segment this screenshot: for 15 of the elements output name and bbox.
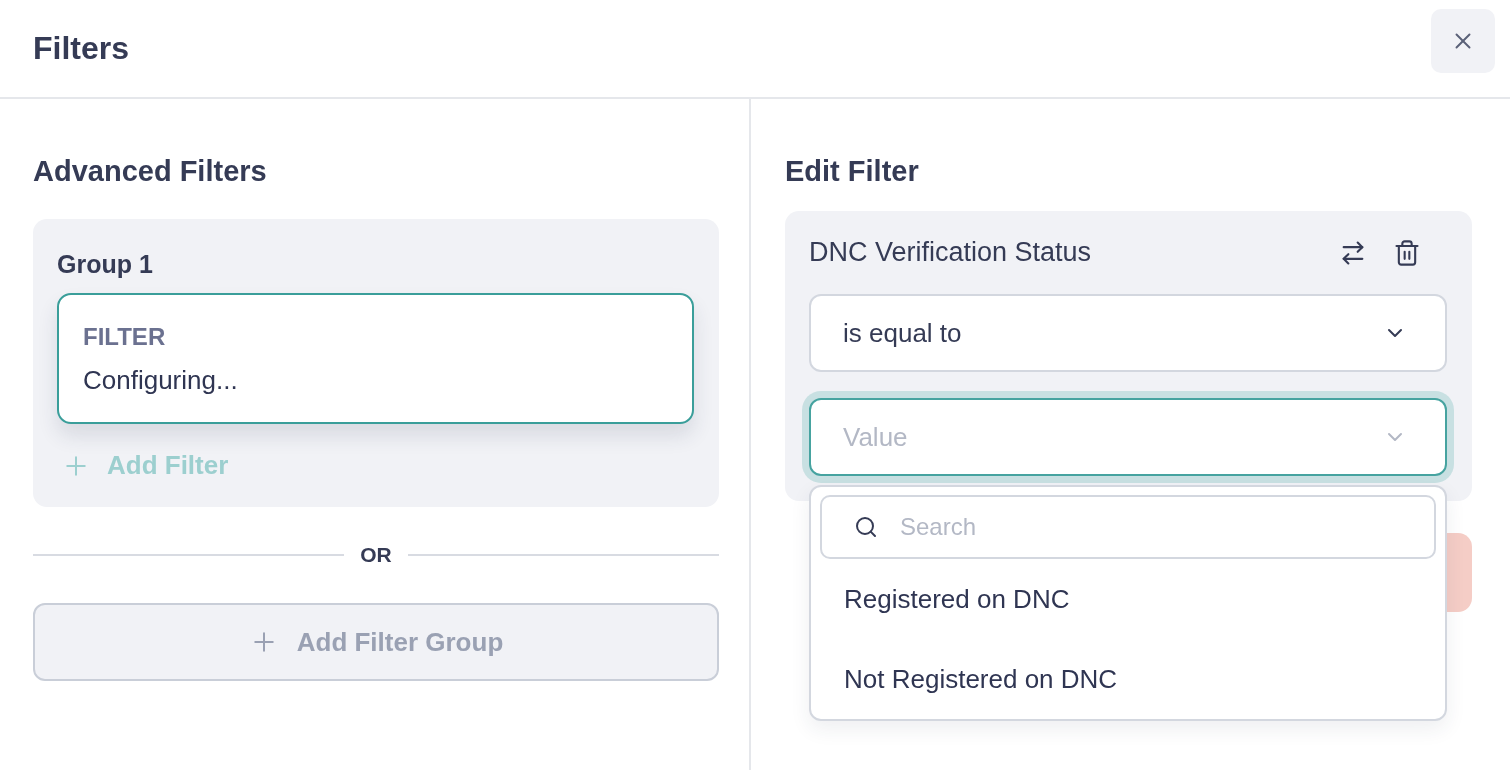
filter-label: FILTER [83, 323, 167, 351]
group-title: Group 1 [57, 249, 154, 280]
trash-icon[interactable] [1393, 238, 1421, 267]
dropdown-option[interactable]: Not Registered on DNC [820, 639, 1436, 719]
field-name: DNC Verification Status [809, 237, 1092, 268]
section-title: Edit Filter [785, 154, 920, 189]
filter-status: Configuring... [83, 365, 239, 396]
search-icon [854, 515, 878, 539]
dropdown-option[interactable]: Registered on DNC [820, 559, 1436, 639]
filter-card[interactable]: FILTER Configuring... [57, 293, 694, 424]
section-title: Advanced Filters [33, 154, 268, 189]
dialog-title: Filters [33, 30, 130, 67]
or-separator: OR [360, 543, 392, 567]
search-field[interactable]: Search [820, 495, 1436, 559]
operator-select[interactable]: is equal to [809, 294, 1447, 372]
